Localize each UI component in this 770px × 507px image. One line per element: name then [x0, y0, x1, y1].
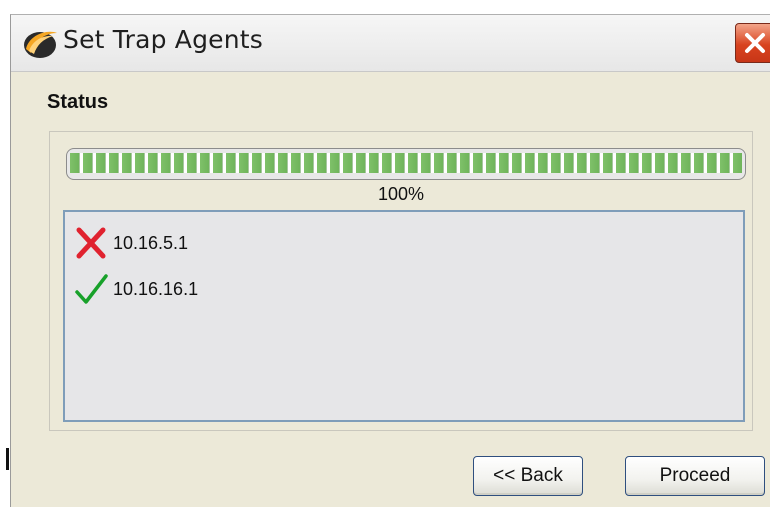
results-list[interactable]: 10.16.5.1 10.16.16.1 — [63, 210, 745, 422]
close-icon — [745, 33, 765, 53]
set-trap-agents-dialog: Set Trap Agents Status 100% 10.16.5.1 10… — [10, 14, 770, 507]
close-button[interactable] — [735, 23, 770, 63]
status-group: 100% 10.16.5.1 10.16.16.1 — [49, 131, 753, 431]
green-check-icon — [73, 272, 109, 306]
proceed-button[interactable]: Proceed — [625, 456, 765, 496]
window-title: Set Trap Agents — [63, 25, 264, 54]
orange-swoosh-icon — [21, 27, 61, 61]
progress-percent: 100% — [377, 184, 425, 204]
list-item[interactable]: 10.16.16.1 — [73, 272, 198, 306]
red-x-icon — [73, 226, 109, 260]
list-item[interactable]: 10.16.5.1 — [73, 226, 188, 260]
left-edge-mark — [6, 448, 9, 470]
result-address: 10.16.16.1 — [113, 278, 199, 299]
back-button[interactable]: << Back — [473, 456, 583, 496]
title-bar[interactable]: Set Trap Agents — [11, 15, 770, 72]
status-heading: Status — [47, 91, 109, 113]
progress-fill — [70, 153, 742, 173]
progress-bar — [66, 148, 746, 180]
result-address: 10.16.5.1 — [113, 232, 189, 253]
